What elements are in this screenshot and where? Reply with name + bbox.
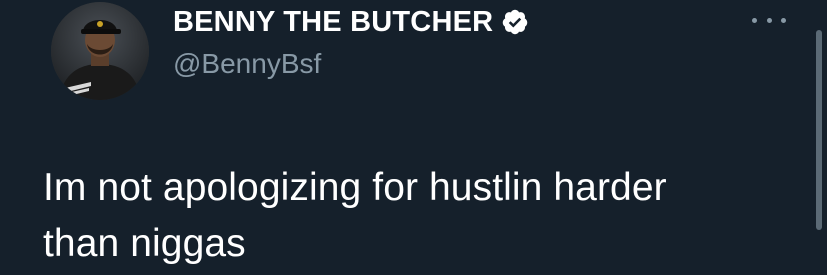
display-name[interactable]: BENNY THE BUTCHER xyxy=(173,6,493,39)
tweet-text-line: Im not apologizing for hustlin harder xyxy=(43,166,667,209)
more-options-icon[interactable] xyxy=(752,10,786,30)
more-dot xyxy=(752,17,757,23)
tweet-text: Im not apologizing for hustlin harder th… xyxy=(43,160,783,272)
scrollbar-thumb[interactable] xyxy=(816,30,822,230)
handle[interactable]: @BennyBsf xyxy=(173,48,321,80)
name-row: BENNY THE BUTCHER xyxy=(173,4,529,40)
tweet-card: BENNY THE BUTCHER @BennyBsf Im not apolo… xyxy=(0,0,827,275)
more-dot xyxy=(781,17,786,23)
avatar-image xyxy=(51,2,149,100)
avatar[interactable] xyxy=(51,2,149,100)
more-dot xyxy=(766,17,772,23)
verified-badge-icon xyxy=(501,8,529,36)
tweet-text-line: than niggas xyxy=(43,222,246,265)
